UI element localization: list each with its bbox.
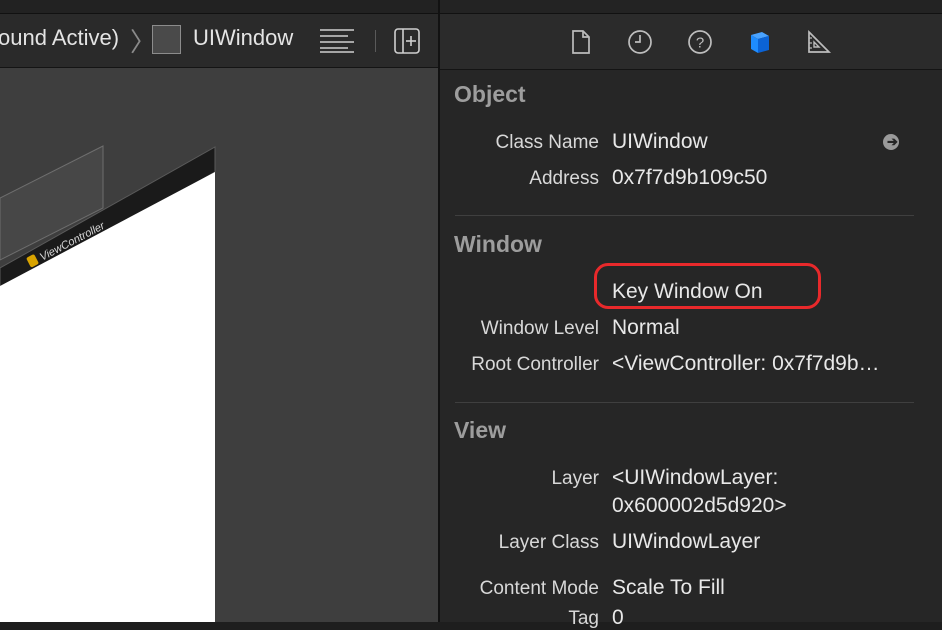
breadcrumb-current[interactable]: UIWindow	[193, 25, 293, 51]
tag-value: 0	[612, 606, 624, 629]
root-controller-label: Root Controller	[471, 354, 599, 375]
section-divider	[455, 215, 914, 216]
inspector-panel: ? Object Class Name UIWindow ➔ Address 0…	[440, 0, 942, 629]
inspector-tab-bar: ?	[440, 14, 942, 70]
content-mode-label: Content Mode	[479, 578, 599, 599]
jump-bar-top-strip	[0, 0, 438, 14]
jump-bar: ound Active) 〉 UIWindow	[0, 0, 438, 68]
tag-label: Tag	[568, 608, 599, 629]
red-highlight-annotation	[594, 263, 821, 309]
window-level-label: Window Level	[480, 318, 599, 339]
view-debugger-canvas[interactable]: ound Active) 〉 UIWindow ViewController	[0, 0, 438, 622]
file-icon[interactable]	[568, 29, 594, 55]
class-name-label: Class Name	[495, 132, 599, 153]
address-value: 0x7f7d9b109c50	[612, 166, 768, 189]
layer-value-line1: <UIWindowLayer:	[612, 466, 779, 489]
related-items-lines-icon[interactable]	[320, 27, 356, 53]
root-controller-value: <ViewController: 0x7f7d9b…	[612, 352, 880, 375]
help-icon[interactable]: ?	[687, 29, 713, 55]
layer-class-value: UIWindowLayer	[612, 530, 761, 553]
content-mode-value: Scale To Fill	[612, 576, 725, 599]
add-editor-icon[interactable]	[393, 27, 421, 55]
layer-label: Layer	[551, 468, 599, 489]
jump-bar-separator	[375, 30, 376, 52]
section-title-window: Window	[454, 231, 542, 257]
address-label: Address	[529, 168, 599, 189]
section-title-view: View	[454, 417, 506, 443]
go-to-class-arrow-icon[interactable]: ➔	[883, 134, 899, 150]
class-name-value: UIWindow	[612, 130, 708, 153]
window-icon	[152, 25, 181, 54]
section-divider	[455, 402, 914, 403]
svg-text:?: ?	[696, 35, 704, 52]
window-level-value: Normal	[612, 316, 680, 339]
layer-value-line2: 0x600002d5d920>	[612, 494, 787, 517]
inspector-top-strip	[440, 0, 942, 14]
layer-class-label: Layer Class	[498, 532, 599, 553]
history-icon[interactable]	[627, 29, 653, 55]
section-title-object: Object	[454, 81, 526, 107]
3d-view-hierarchy[interactable]: ViewController	[0, 68, 438, 622]
object-inspector-icon[interactable]	[747, 29, 773, 55]
breadcrumb-prev-segment[interactable]: ound Active)	[0, 25, 119, 51]
size-inspector-icon[interactable]	[806, 29, 832, 55]
